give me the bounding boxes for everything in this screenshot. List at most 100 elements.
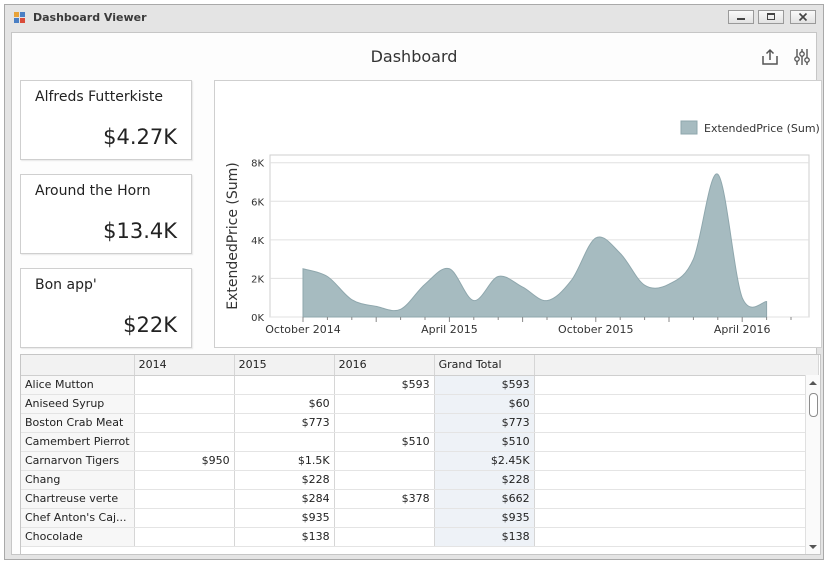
cell-grand-total: $228	[434, 470, 535, 490]
pivot-grid[interactable]: 2014 2015 2016 Grand Total Alice Mutton $…	[20, 354, 821, 555]
cell-2015: $935	[234, 508, 335, 528]
card-around-the-horn[interactable]: Around the Horn $13.4K	[20, 174, 192, 254]
row-label: Chartreuse verte	[21, 489, 135, 509]
row-label: Chang	[21, 470, 135, 490]
cell-2016	[334, 451, 435, 471]
empty-cell	[534, 413, 819, 433]
cell-2014	[134, 470, 235, 490]
cell-2016: $510	[334, 432, 435, 452]
cell-grand-total: $138	[434, 527, 535, 547]
column-header[interactable]: Grand Total	[434, 355, 535, 376]
row-label: Aniseed Syrup	[21, 394, 135, 414]
cell-grand-total: $662	[434, 489, 535, 509]
cell-2014	[134, 527, 235, 547]
cell-2016	[334, 394, 435, 414]
empty-cell	[534, 432, 819, 452]
table-row[interactable]: Chartreuse verte $284 $378 $662	[21, 489, 819, 509]
row-label: Carnarvon Tigers	[21, 451, 135, 471]
cell-2016	[334, 470, 435, 490]
cell-2014	[134, 508, 235, 528]
chart-panel[interactable]: 0K 2K 4K 6K 8K October 2014 April 2015 October …	[214, 80, 822, 348]
scroll-thumb[interactable]	[809, 393, 818, 417]
cell-2015: $1.5K	[234, 451, 335, 471]
empty-cell	[534, 508, 819, 528]
cell-2016	[334, 413, 435, 433]
cell-2015: $138	[234, 527, 335, 547]
y-tick-label: 8K	[251, 159, 264, 170]
card-name: Bon app'	[35, 277, 97, 293]
table-row[interactable]: Alice Mutton $593 $593	[21, 375, 819, 395]
cell-2016	[334, 527, 435, 547]
row-label: Boston Crab Meat	[21, 413, 135, 433]
vertical-scrollbar[interactable]	[805, 375, 820, 554]
column-header[interactable]: 2014	[134, 355, 235, 376]
x-tick-label: April 2015	[421, 323, 478, 336]
cell-2014	[134, 375, 235, 395]
window-title: Dashboard Viewer	[33, 11, 147, 24]
empty-cell	[534, 394, 819, 414]
cell-2016: $593	[334, 375, 435, 395]
empty-header	[534, 355, 819, 376]
table-row[interactable]: Chang $228 $228	[21, 470, 819, 490]
column-header[interactable]: 2015	[234, 355, 335, 376]
table-row[interactable]: Aniseed Syrup $60 $60	[21, 394, 819, 414]
pivot-table: 2014 2015 2016 Grand Total Alice Mutton $…	[21, 355, 819, 547]
dashboard-viewer-window: Dashboard Viewer Dashboard Alfreds Futte…	[4, 4, 824, 560]
empty-cell	[534, 470, 819, 490]
empty-cell	[534, 489, 819, 509]
table-row[interactable]: Chocolade $138 $138	[21, 527, 819, 547]
maximize-icon	[767, 13, 775, 20]
header-row: 2014 2015 2016 Grand Total	[21, 355, 819, 376]
card-alfreds-futterkiste[interactable]: Alfreds Futterkiste $4.27K	[20, 80, 192, 160]
empty-cell	[534, 375, 819, 395]
table-row[interactable]: Chef Anton's Caj... $935 $935	[21, 508, 819, 528]
cell-grand-total: $773	[434, 413, 535, 433]
cell-grand-total: $593	[434, 375, 535, 395]
cell-2014	[134, 413, 235, 433]
card-name: Alfreds Futterkiste	[35, 89, 163, 105]
column-header	[21, 355, 135, 376]
table-row[interactable]: Carnarvon Tigers $950 $1.5K $2.45K	[21, 451, 819, 471]
card-value: $13.4K	[103, 219, 177, 243]
empty-cell	[534, 451, 819, 471]
title-bar: Dashboard Viewer	[5, 5, 823, 31]
cell-grand-total: $2.45K	[434, 451, 535, 471]
x-tick-label: October 2014	[265, 323, 341, 336]
scroll-up-icon[interactable]	[809, 381, 817, 385]
scroll-down-icon[interactable]	[809, 545, 817, 549]
x-tick-label: April 2016	[714, 323, 771, 336]
cell-2014	[134, 394, 235, 414]
legend-label: ExtendedPrice (Sum)	[704, 122, 820, 135]
x-tick-label: October 2015	[558, 323, 634, 336]
row-label: Chef Anton's Caj...	[21, 508, 135, 528]
cell-2015: $60	[234, 394, 335, 414]
maximize-button[interactable]	[758, 10, 784, 24]
cell-2015: $284	[234, 489, 335, 509]
y-axis-title: ExtendedPrice (Sum)	[225, 162, 241, 309]
export-icon[interactable]	[761, 48, 779, 66]
close-button[interactable]	[790, 10, 816, 24]
close-icon	[798, 12, 808, 22]
cell-2014: $950	[134, 451, 235, 471]
app-icon	[14, 12, 25, 23]
card-value: $22K	[123, 313, 177, 337]
card-name: Around the Horn	[35, 183, 151, 199]
y-tick-label: 2K	[251, 274, 264, 285]
parameters-icon[interactable]	[793, 48, 811, 66]
y-tick-label: 0K	[251, 313, 264, 324]
cell-2016: $378	[334, 489, 435, 509]
row-label: Alice Mutton	[21, 375, 135, 395]
card-bon-app[interactable]: Bon app' $22K	[20, 268, 192, 348]
minimize-icon	[737, 18, 745, 20]
column-header[interactable]: 2016	[334, 355, 435, 376]
cell-2014	[134, 432, 235, 452]
cell-2015	[234, 432, 335, 452]
dashboard-title: Dashboard	[370, 47, 458, 66]
cell-2015	[234, 375, 335, 395]
table-row[interactable]: Camembert Pierrot $510 $510	[21, 432, 819, 452]
legend-swatch	[680, 120, 698, 135]
minimize-button[interactable]	[728, 10, 754, 24]
row-label: Chocolade	[21, 527, 135, 547]
cell-2014	[134, 489, 235, 509]
table-row[interactable]: Boston Crab Meat $773 $773	[21, 413, 819, 433]
